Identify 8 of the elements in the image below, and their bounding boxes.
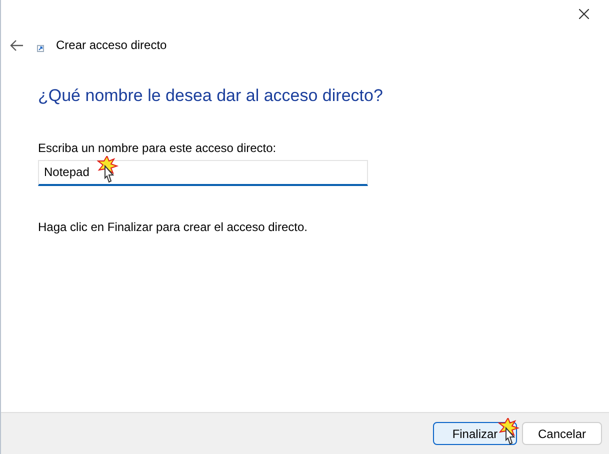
back-arrow-icon[interactable] [10,40,23,50]
close-icon[interactable] [579,9,589,19]
dialog-button[interactable]: Cancelar [522,422,602,445]
field-label: Escriba un nombre para este acceso directo: [38,140,278,156]
shortcut-icon [37,44,44,52]
page-heading: ¿Qué nombre le desea dar al acceso directo? [38,85,384,107]
instruction-text: Haga clic en Finalizar para crear el acceso directo. [38,218,308,236]
window-title: Crear acceso directo [56,37,167,54]
